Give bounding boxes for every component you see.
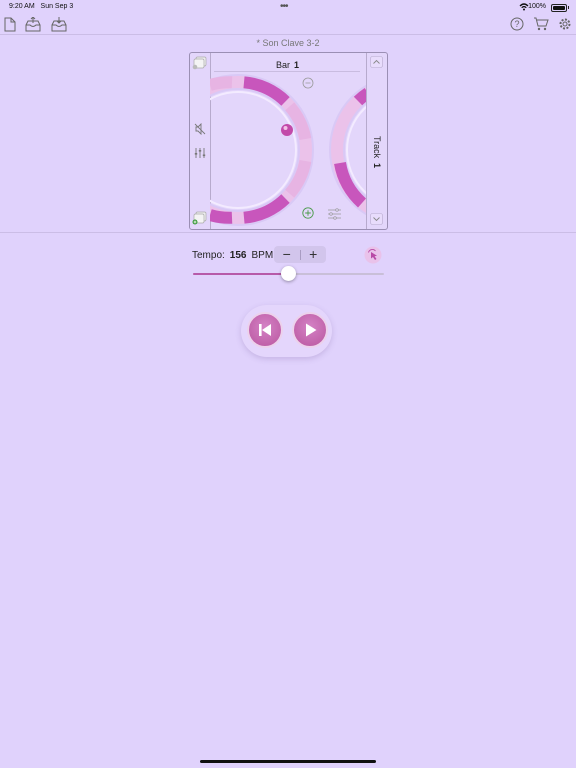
beat-segment[interactable] xyxy=(210,76,233,91)
rewind-button[interactable] xyxy=(247,312,283,348)
tempo-row: Tempo: 156 BPM xyxy=(192,247,273,263)
rhythm-wheels[interactable] xyxy=(210,53,366,229)
tempo-unit: BPM xyxy=(251,249,274,261)
status-bar: 9:20 AM Sun Sep 3 ••• 100% xyxy=(0,0,576,14)
tempo-value: 156 xyxy=(229,249,247,261)
tempo-label: Tempo: xyxy=(192,249,225,261)
track-label: Track 1 xyxy=(372,136,382,168)
document-title: * Son Clave 3-2 xyxy=(256,38,320,48)
multitasking-dots-icon[interactable]: ••• xyxy=(280,1,288,12)
skip-back-icon xyxy=(259,324,271,336)
beat-segment[interactable] xyxy=(353,87,366,106)
help-icon[interactable]: ? xyxy=(510,17,524,31)
pattern-editor[interactable]: Bar 1 Track 1 xyxy=(189,52,388,230)
import-icon[interactable] xyxy=(25,17,41,32)
beat-segment[interactable] xyxy=(210,209,233,224)
wheel-settings-icon[interactable] xyxy=(328,208,341,220)
export-icon[interactable] xyxy=(51,17,67,32)
battery-percent: 100% xyxy=(528,3,546,10)
tempo-increment-button[interactable]: + xyxy=(301,246,327,263)
editor-left-toolbar xyxy=(190,53,211,229)
new-document-icon[interactable] xyxy=(4,17,16,32)
tap-tempo-icon[interactable] xyxy=(364,246,382,264)
editor-divider xyxy=(0,232,576,233)
playhead-highlight xyxy=(283,126,288,130)
cart-icon[interactable] xyxy=(533,17,549,31)
play-icon xyxy=(306,323,317,337)
wheel-track xyxy=(210,76,312,224)
home-indicator xyxy=(200,760,376,763)
remove-bar-icon[interactable] xyxy=(192,56,208,70)
mixer-icon[interactable] xyxy=(194,147,206,159)
tempo-stepper[interactable]: − + xyxy=(274,246,326,263)
playhead-ball[interactable] xyxy=(281,124,293,136)
add-bar-icon[interactable] xyxy=(192,211,208,225)
mute-icon[interactable] xyxy=(194,123,206,135)
battery-nub xyxy=(568,6,569,9)
settings-icon[interactable] xyxy=(558,17,572,31)
tempo-slider-thumb[interactable] xyxy=(281,266,296,281)
toolbar-divider xyxy=(0,34,576,35)
chevron-up-icon[interactable] xyxy=(370,56,383,68)
chevron-down-icon[interactable] xyxy=(370,213,383,225)
tempo-slider-fill xyxy=(193,273,289,275)
status-time-date: 9:20 AM Sun Sep 3 xyxy=(9,3,74,10)
play-button[interactable] xyxy=(292,312,328,348)
battery-icon xyxy=(551,4,567,12)
tempo-decrement-button[interactable]: − xyxy=(274,246,300,263)
transport-controls xyxy=(241,305,332,357)
editor-right-toolbar: Track 1 xyxy=(366,53,387,229)
svg-text:?: ? xyxy=(514,19,519,29)
